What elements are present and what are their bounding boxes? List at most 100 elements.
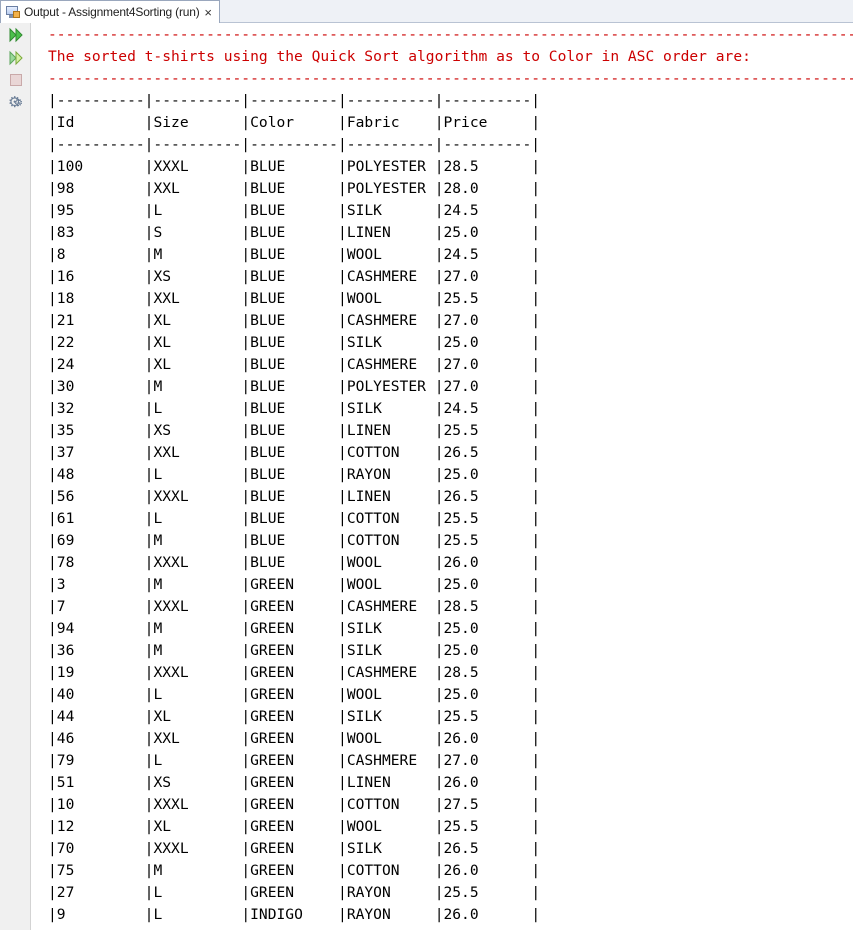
table-cell: GREEN <box>250 664 339 681</box>
table-cell: GREEN <box>250 840 339 857</box>
table-cell: BLUE <box>250 290 339 307</box>
table-cell: L <box>153 906 242 923</box>
table-border: |----------|----------|----------|------… <box>48 136 541 153</box>
table-cell: 25.5 <box>443 532 532 549</box>
table-cell: GREEN <box>250 730 339 747</box>
table-cell: 27.0 <box>443 268 532 285</box>
table-cell: 56 <box>56 488 145 505</box>
table-cell: BLUE <box>250 312 339 329</box>
table-cell: L <box>153 202 242 219</box>
table-row: |8 |M |BLUE |WOOL |24.5 | <box>48 246 541 263</box>
output-console[interactable]: ----------------------------------------… <box>48 24 853 926</box>
table-cell: BLUE <box>250 422 339 439</box>
table-cell: POLYESTER <box>346 378 435 395</box>
table-cell: 28.5 <box>443 598 532 615</box>
table-row: |95 |L |BLUE |SILK |24.5 | <box>48 202 541 219</box>
table-cell: XXXL <box>153 664 242 681</box>
table-cell: GREEN <box>250 818 339 835</box>
table-cell: LINEN <box>346 488 435 505</box>
table-cell: 69 <box>56 532 145 549</box>
table-cell: WOOL <box>346 818 435 835</box>
table-cell: SILK <box>346 400 435 417</box>
table-cell: 26.0 <box>443 862 532 879</box>
table-cell: 24.5 <box>443 400 532 417</box>
table-cell: 25.0 <box>443 466 532 483</box>
table-row: |30 |M |BLUE |POLYESTER |27.0 | <box>48 378 541 395</box>
table-cell: POLYESTER <box>346 158 435 175</box>
table-row: |98 |XXL |BLUE |POLYESTER |28.0 | <box>48 180 541 197</box>
table-cell: 70 <box>56 840 145 857</box>
rerun-with-options-icon[interactable] <box>7 49 25 67</box>
table-row: |21 |XL |BLUE |CASHMERE |27.0 | <box>48 312 541 329</box>
table-cell: XL <box>153 334 242 351</box>
table-cell: 25.5 <box>443 290 532 307</box>
table-cell: BLUE <box>250 378 339 395</box>
table-cell: RAYON <box>346 884 435 901</box>
table-cell: GREEN <box>250 796 339 813</box>
table-cell: LINEN <box>346 422 435 439</box>
table-cell: XXL <box>153 180 242 197</box>
table-cell: 26.5 <box>443 444 532 461</box>
table-cell: XXL <box>153 730 242 747</box>
table-cell: M <box>153 576 242 593</box>
output-window-icon <box>6 5 20 19</box>
table-cell: 79 <box>56 752 145 769</box>
table-cell: GREEN <box>250 752 339 769</box>
tab-output[interactable]: Output - Assignment4Sorting (run) × <box>0 0 220 23</box>
tab-bar: Output - Assignment4Sorting (run) × <box>0 0 853 23</box>
table-cell: COTTON <box>346 444 435 461</box>
table-cell: 61 <box>56 510 145 527</box>
separator-line: ----------------------------------------… <box>48 70 853 87</box>
table-row: |36 |M |GREEN |SILK |25.0 | <box>48 642 541 659</box>
table-row: |46 |XXL |GREEN |WOOL |26.0 | <box>48 730 541 747</box>
table-cell: 24 <box>56 356 145 373</box>
table-cell: CASHMERE <box>346 664 435 681</box>
table-row: |32 |L |BLUE |SILK |24.5 | <box>48 400 541 417</box>
table-cell: XXXL <box>153 158 242 175</box>
table-row: |61 |L |BLUE |COTTON |25.5 | <box>48 510 541 527</box>
table-cell: 9 <box>56 906 145 923</box>
table-cell: SILK <box>346 840 435 857</box>
table-cell: BLUE <box>250 202 339 219</box>
table-cell: 25.0 <box>443 642 532 659</box>
table-cell: 46 <box>56 730 145 747</box>
table-cell: WOOL <box>346 576 435 593</box>
table-cell: 24.5 <box>443 246 532 263</box>
table-cell: LINEN <box>346 224 435 241</box>
table-row: |75 |M |GREEN |COTTON |26.0 | <box>48 862 541 879</box>
table-cell: 18 <box>56 290 145 307</box>
table-row: |79 |L |GREEN |CASHMERE |27.0 | <box>48 752 541 769</box>
table-cell: Fabric <box>346 114 435 131</box>
table-cell: BLUE <box>250 554 339 571</box>
table-cell: 44 <box>56 708 145 725</box>
table-cell: L <box>153 400 242 417</box>
table-cell: GREEN <box>250 774 339 791</box>
table-cell: 25.0 <box>443 686 532 703</box>
table-cell: COTTON <box>346 796 435 813</box>
table-cell: XS <box>153 774 242 791</box>
table-cell: L <box>153 510 242 527</box>
table-cell: XL <box>153 818 242 835</box>
table-cell: XL <box>153 312 242 329</box>
table-cell: 26.0 <box>443 906 532 923</box>
table-cell: CASHMERE <box>346 356 435 373</box>
table-cell: 8 <box>56 246 145 263</box>
table-cell: 78 <box>56 554 145 571</box>
table-row: |3 |M |GREEN |WOOL |25.0 | <box>48 576 541 593</box>
table-cell: 16 <box>56 268 145 285</box>
close-icon[interactable]: × <box>204 6 212 19</box>
stop-icon[interactable] <box>7 71 25 89</box>
table-cell: XXXL <box>153 840 242 857</box>
table-cell: GREEN <box>250 686 339 703</box>
table-cell: CASHMERE <box>346 268 435 285</box>
table-cell: Color <box>250 114 339 131</box>
rerun-icon[interactable] <box>7 26 25 44</box>
table-row: |18 |XXL |BLUE |WOOL |25.5 | <box>48 290 541 307</box>
table-row: |100 |XXXL |BLUE |POLYESTER |28.5 | <box>48 158 541 175</box>
settings-icon[interactable]: ⚙ ⚙ <box>7 94 25 112</box>
table-cell: M <box>153 862 242 879</box>
table-cell: BLUE <box>250 400 339 417</box>
table-cell: 25.0 <box>443 576 532 593</box>
table-cell: 75 <box>56 862 145 879</box>
table-row: |10 |XXXL |GREEN |COTTON |27.5 | <box>48 796 541 813</box>
